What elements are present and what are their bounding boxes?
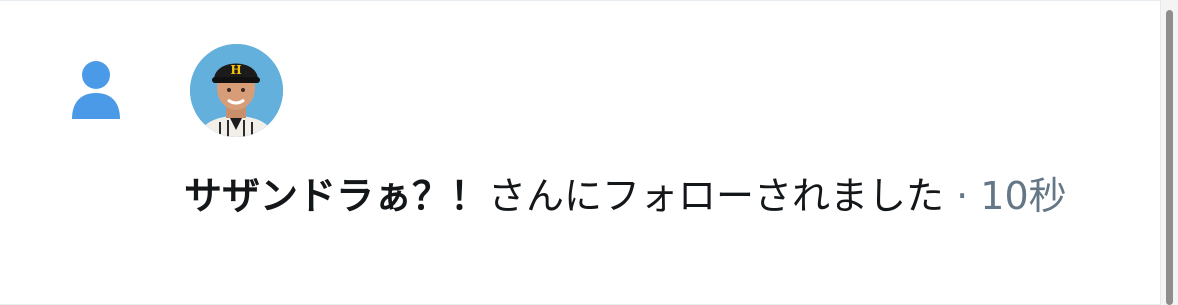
user-name-link[interactable]: サザンドラぁ？！ — [184, 174, 488, 218]
svg-text:H: H — [230, 63, 241, 77]
scroll-thumb[interactable] — [1166, 10, 1173, 305]
avatar[interactable]: H — [190, 44, 283, 137]
notification-text: サザンドラぁ？！さんにフォローされました · 10秒 — [184, 167, 1144, 225]
time-separator: · — [944, 174, 981, 218]
follow-notification[interactable]: H サザンドラぁ？！さんにフォローされました · 10秒 — [0, 0, 1178, 305]
timestamp[interactable]: 10秒 — [980, 174, 1066, 218]
person-icon — [72, 61, 120, 119]
vertical-scrollbar[interactable] — [1160, 0, 1178, 305]
action-text: さんにフォローされました — [488, 174, 945, 218]
avatar-image: H — [190, 44, 283, 137]
